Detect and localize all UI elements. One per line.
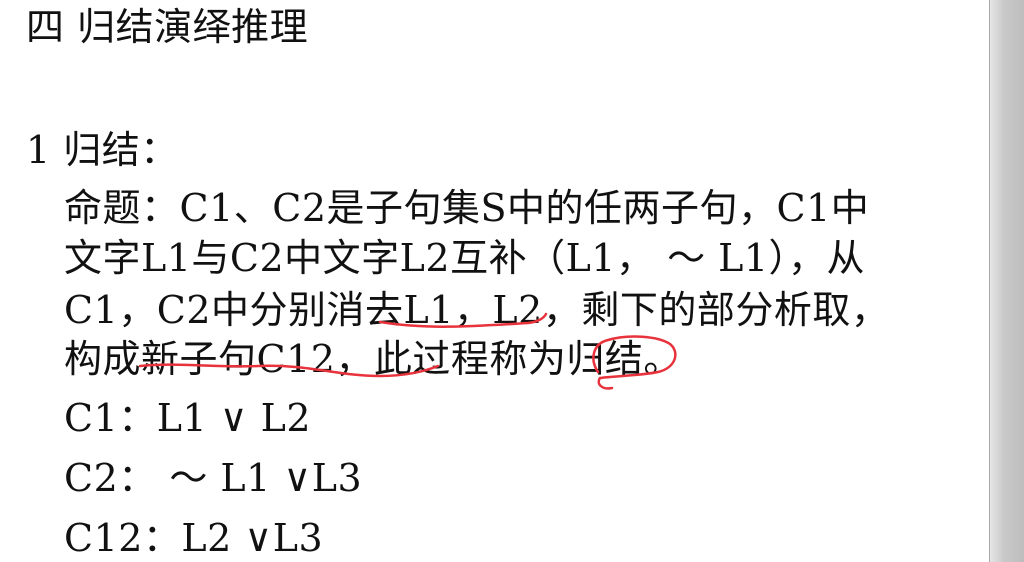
left-edge-strip: [0, 0, 8, 562]
definition-line-2: 文字L1与C2中文字L2互补（L1， ～ L1），从: [64, 236, 866, 280]
definition-line-3: C1，C2中分别消去L1，L2，剩下的部分析取，: [64, 288, 890, 332]
formula-c1: C1：L1 ∨ L2: [64, 396, 312, 440]
right-scroll-edge: [989, 0, 1024, 562]
slide-content: 四 归结演绎推理 1 归结： 命题：C1、C2是子句集S中的任两子句，C1中 文…: [8, 0, 990, 562]
formula-c2: C2： ～ L1 ∨L3: [64, 456, 363, 500]
definition-line-4: 构成新子句C12，此过程称为归结。: [64, 337, 682, 381]
section-title: 四 归结演绎推理: [26, 5, 309, 49]
formula-c12: C12：L2 ∨L3: [64, 516, 324, 560]
definition-line-1: 命题：C1、C2是子句集S中的任两子句，C1中: [64, 186, 870, 230]
subsection-heading: 1 归结：: [26, 128, 179, 172]
